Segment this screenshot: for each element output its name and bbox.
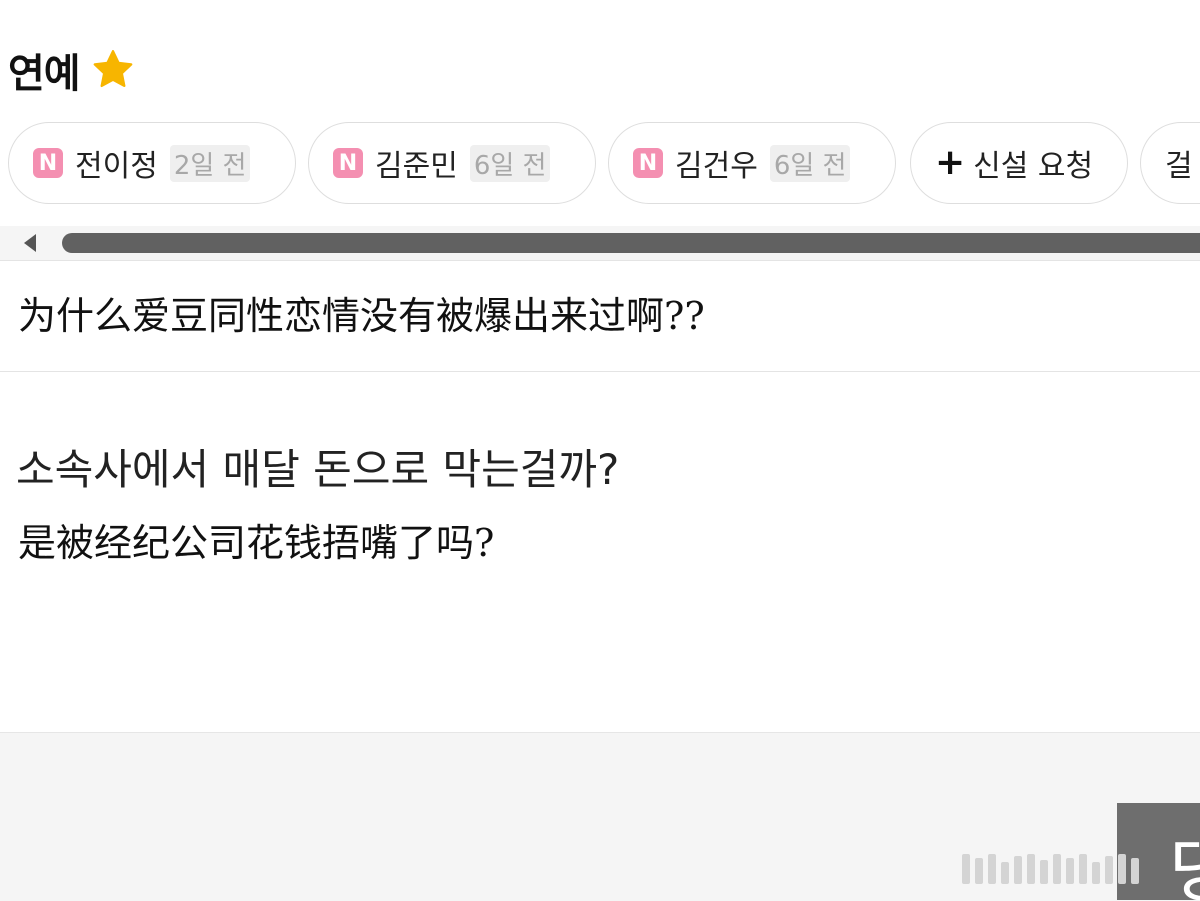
watermark-barcode-icon	[962, 852, 1139, 884]
post-title: 为什么爱豆同性恋情没有被爆出来过啊??	[18, 294, 705, 338]
post-title-area: 为什么爱豆同性恋情没有被爆出来过啊??	[0, 260, 1200, 372]
channel-time: 2일 전	[169, 144, 251, 182]
side-button-label: 댕	[1169, 815, 1200, 900]
request-label: 신설 요청	[973, 149, 1094, 184]
section-header: 연예	[8, 40, 136, 100]
horizontal-scrollbar[interactable]	[0, 226, 1200, 260]
new-badge-icon: N	[633, 148, 663, 178]
star-icon[interactable]	[90, 47, 136, 93]
channel-name: 걸	[1165, 149, 1193, 184]
channel-chip[interactable]: N 전이정 2일 전	[8, 122, 296, 204]
channel-time: 6일 전	[769, 144, 851, 182]
post-body-korean: 소속사에서 매달 돈으로 막는걸까?	[16, 445, 620, 494]
channel-chip-list: N 전이정 2일 전 N 김준민 6일 전 N 김건우 6일 전 + 신설 요청…	[0, 122, 1200, 208]
request-new-channel-button[interactable]: + 신설 요청	[910, 122, 1128, 204]
channel-chip[interactable]: N 김건우 6일 전	[608, 122, 896, 204]
channel-name: 전이정	[75, 149, 158, 184]
scroll-thumb[interactable]	[62, 233, 1200, 253]
scroll-left-arrow-icon[interactable]	[24, 234, 36, 252]
plus-icon: +	[935, 142, 966, 183]
channel-time: 6일 전	[469, 144, 551, 182]
channel-chip[interactable]: N 김준민 6일 전	[308, 122, 596, 204]
new-badge-icon: N	[333, 148, 363, 178]
channel-chip[interactable]: 걸	[1140, 122, 1200, 204]
section-title: 연예	[8, 51, 81, 97]
new-badge-icon: N	[33, 148, 63, 178]
post-body-chinese: 是被经纪公司花钱捂嘴了吗?	[18, 521, 495, 565]
channel-name: 김준민	[375, 149, 458, 184]
channel-name: 김건우	[675, 149, 758, 184]
